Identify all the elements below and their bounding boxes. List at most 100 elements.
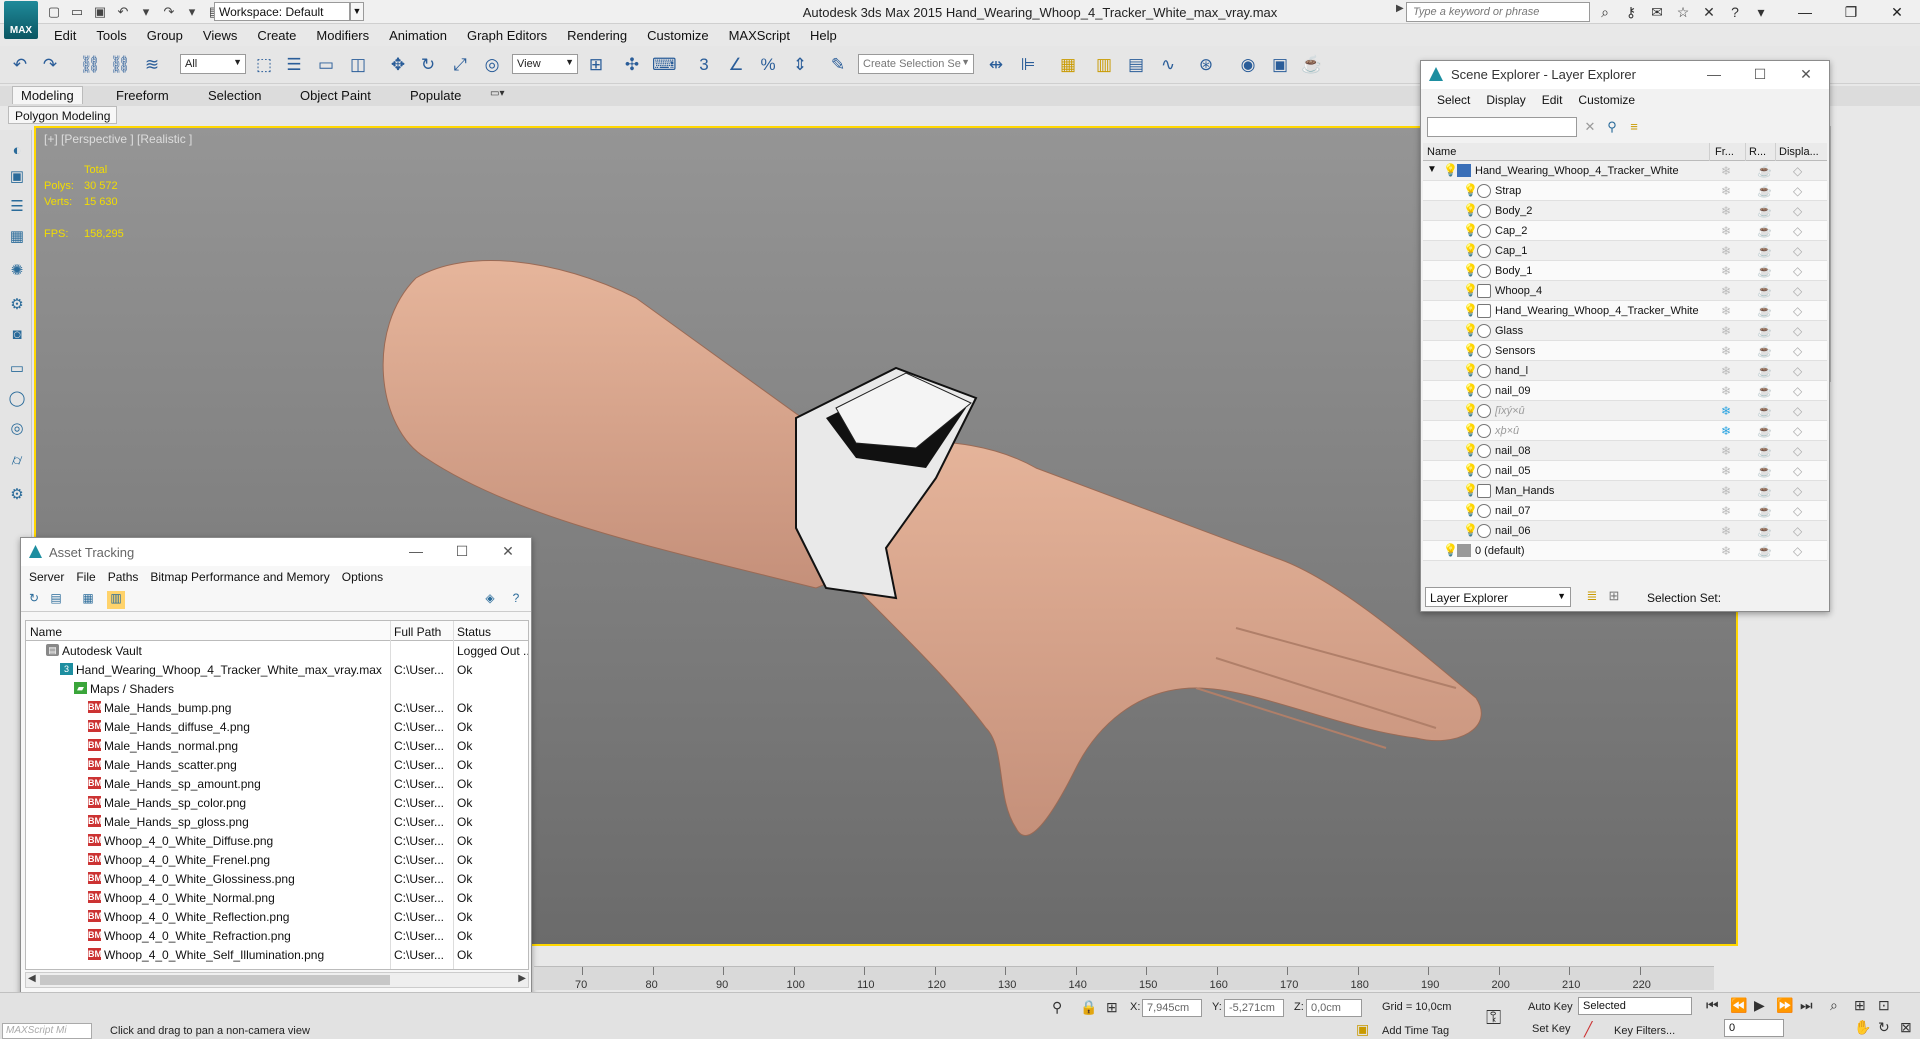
scene-explorer-row[interactable]: 💡 nail_09 ❄ ☕ ◇ (1423, 381, 1827, 401)
display-box-icon[interactable]: ◇ (1793, 324, 1802, 338)
display-box-icon[interactable]: ◇ (1793, 264, 1802, 278)
snowflake-icon[interactable]: ❄ (1721, 484, 1731, 498)
zoom-extents-icon[interactable]: ⊡ (1878, 997, 1890, 1014)
asset-row[interactable]: BMP Whoop_4_0_White_Refraction.png C:\User… (26, 926, 528, 945)
teapot-render-icon[interactable]: ☕ (1757, 384, 1772, 398)
teapot-render-icon[interactable]: ☕ (1757, 444, 1772, 458)
asset-tracking-title-bar[interactable]: Asset Tracking — ☐ ✕ (21, 538, 531, 566)
asset-row[interactable]: BMP Male_Hands_normal.png C:\User... Ok (26, 736, 528, 755)
display-box-icon[interactable]: ◇ (1793, 164, 1802, 178)
snowflake-icon[interactable]: ❄ (1721, 164, 1731, 178)
move-icon[interactable]: ✥ (386, 53, 410, 77)
maximize-icon[interactable]: ☐ (1737, 61, 1783, 89)
rectangle-icon[interactable]: ▭ (6, 358, 28, 380)
light-bulb-icon[interactable]: 💡 (1463, 303, 1478, 317)
scene-explorer-row[interactable]: 💡 Cap_2 ❄ ☕ ◇ (1423, 221, 1827, 241)
column-frozen[interactable]: Fr... (1715, 146, 1734, 158)
refresh-icon[interactable]: ↻ (25, 591, 43, 609)
light-bulb-icon[interactable]: 💡 (1463, 403, 1478, 417)
scene-explorer-row[interactable]: 💡 nail_06 ❄ ☕ ◇ (1423, 521, 1827, 541)
asset-row[interactable]: BMP Male_Hands_scatter.png C:\User... Ok (26, 755, 528, 774)
command-panel[interactable] (1830, 126, 1920, 382)
display-box-icon[interactable]: ◇ (1793, 284, 1802, 298)
rectangular-selection-icon[interactable]: ▭ (314, 53, 338, 77)
snowflake-icon[interactable]: ❄ (1721, 364, 1731, 378)
display-box-icon[interactable]: ◇ (1793, 364, 1802, 378)
snowflake-icon[interactable]: ❄ (1721, 224, 1731, 238)
scene-explorer-row[interactable]: 💡 Glass ❄ ☕ ◇ (1423, 321, 1827, 341)
scene-explorer-row[interactable]: ▼ 💡 Hand_Wearing_Whoop_4_Tracker_White ❄ ☕ ◇ (1423, 161, 1827, 181)
light-bulb-icon[interactable]: 💡 (1463, 363, 1478, 377)
filter-icon[interactable]: ⚲ (1603, 119, 1621, 137)
tab-populate[interactable]: Populate (410, 88, 461, 103)
display-box-icon[interactable]: ◇ (1793, 404, 1802, 418)
teapot-render-icon[interactable]: ☕ (1757, 484, 1772, 498)
scene-explorer-row[interactable]: 💡 Body_1 ❄ ☕ ◇ (1423, 261, 1827, 281)
asset-row[interactable]: BMP Whoop_4_0_White_Self_Illumination.png… (26, 945, 528, 964)
scene-explorer-row[interactable]: 💡 Hand_Wearing_Whoop_4_Tracker_White ❄ ☕ ◇ (1423, 301, 1827, 321)
asset-row[interactable]: 3 Hand_Wearing_Whoop_4_Tracker_White_max_… (26, 660, 528, 679)
scene-explorer-row[interactable]: 💡 [îxý×û ❄ ☕ ◇ (1423, 401, 1827, 421)
display-box-icon[interactable]: ◇ (1793, 444, 1802, 458)
mirror-icon[interactable]: ⇹ (984, 53, 1008, 77)
y-coordinate-input[interactable]: -5,271cm (1224, 999, 1284, 1017)
menu-help[interactable]: Help (800, 24, 847, 46)
snowflake-icon[interactable]: ❄ (1721, 244, 1731, 258)
snowflake-icon[interactable]: ❄ (1721, 524, 1731, 538)
scale-icon[interactable]: ⤢ (448, 53, 472, 77)
menu-modifiers[interactable]: Modifiers (306, 24, 379, 46)
zoom-icon[interactable]: ⌕ (1830, 997, 1838, 1014)
lock-icon[interactable]: 🔒 (1080, 999, 1097, 1016)
list-icon[interactable]: ☰ (6, 196, 28, 218)
render-setup-icon[interactable]: ▣ (1268, 53, 1292, 77)
at-menu-paths[interactable]: Paths (102, 566, 145, 588)
select-object-icon[interactable]: ⬚ (252, 53, 276, 77)
column-full-path[interactable]: Full Path (394, 625, 441, 639)
explorer-type-select[interactable]: Layer Explorer ▼ (1425, 587, 1571, 607)
light-bulb-icon[interactable]: 💡 (1463, 523, 1478, 537)
x-coordinate-input[interactable]: 7,945cm (1142, 999, 1202, 1017)
light-bulb-icon[interactable]: 💡 (1463, 443, 1478, 457)
at-menu-server[interactable]: Server (23, 566, 70, 588)
light-bulb-icon[interactable]: 💡 (1463, 263, 1478, 277)
teapot-render-icon[interactable]: ☕ (1757, 264, 1772, 278)
display-box-icon[interactable]: ◇ (1793, 184, 1802, 198)
light-bulb-icon[interactable]: 💡 (1463, 203, 1478, 217)
scene-explorer-row[interactable]: 💡 Whoop_4 ❄ ☕ ◇ (1423, 281, 1827, 301)
asset-row[interactable]: BMP Male_Hands_bump.png C:\User... Ok (26, 698, 528, 717)
minimize-icon[interactable]: — (1782, 0, 1828, 24)
add-time-tag-button[interactable]: Add Time Tag (1382, 1025, 1449, 1037)
column-name[interactable]: Name (1427, 146, 1456, 158)
snowflake-icon[interactable]: ❄ (1721, 464, 1731, 478)
redo-icon[interactable]: ↷ (38, 53, 62, 77)
teapot-render-icon[interactable]: ☕ (1757, 504, 1772, 518)
tab-object-paint[interactable]: Object Paint (300, 88, 371, 103)
scene-explorer-search-input[interactable] (1427, 117, 1577, 137)
menu-customize[interactable]: Customize (637, 24, 718, 46)
box-icon[interactable]: ▣ (6, 166, 28, 188)
menu-animation[interactable]: Animation (379, 24, 457, 46)
at-menu-file[interactable]: File (70, 566, 101, 588)
column-render[interactable]: R... (1749, 146, 1766, 158)
teapot-render-icon[interactable]: ☕ (1757, 304, 1772, 318)
menu-views[interactable]: Views (193, 24, 247, 46)
select-by-name-icon[interactable]: ☰ (282, 53, 306, 77)
star-icon[interactable]: ☆ (1672, 2, 1694, 22)
absolute-mode-icon[interactable]: ⊞ (1106, 999, 1118, 1016)
close-icon[interactable]: ✕ (1698, 2, 1720, 22)
column-status[interactable]: Status (457, 625, 491, 639)
key-filters-button[interactable]: Key Filters... (1614, 1025, 1675, 1037)
ribbon-options-icon[interactable]: ▭▾ (490, 88, 504, 99)
asset-row[interactable]: BMP Whoop_4_0_White_Glossiness.png C:\User… (26, 869, 528, 888)
z-coordinate-input[interactable]: 0,0cm (1306, 999, 1362, 1017)
clear-search-icon[interactable]: ✕ (1581, 119, 1599, 137)
isolate-icon[interactable]: ⚲ (1052, 999, 1062, 1016)
undo-icon[interactable]: ↶ (8, 53, 32, 77)
scrollbar-thumb[interactable] (40, 975, 390, 985)
asset-row[interactable]: BMP Whoop_4_0_White_Normal.png C:\User... O… (26, 888, 528, 907)
light-bulb-icon[interactable]: 💡 (1463, 183, 1478, 197)
auto-key-button[interactable]: Auto Key (1528, 1001, 1573, 1013)
snowflake-icon[interactable]: ❄ (1721, 304, 1731, 318)
snowflake-icon[interactable]: ❄ (1721, 404, 1731, 418)
keyboard-shortcut-override-icon[interactable]: ⌨ (652, 53, 677, 77)
